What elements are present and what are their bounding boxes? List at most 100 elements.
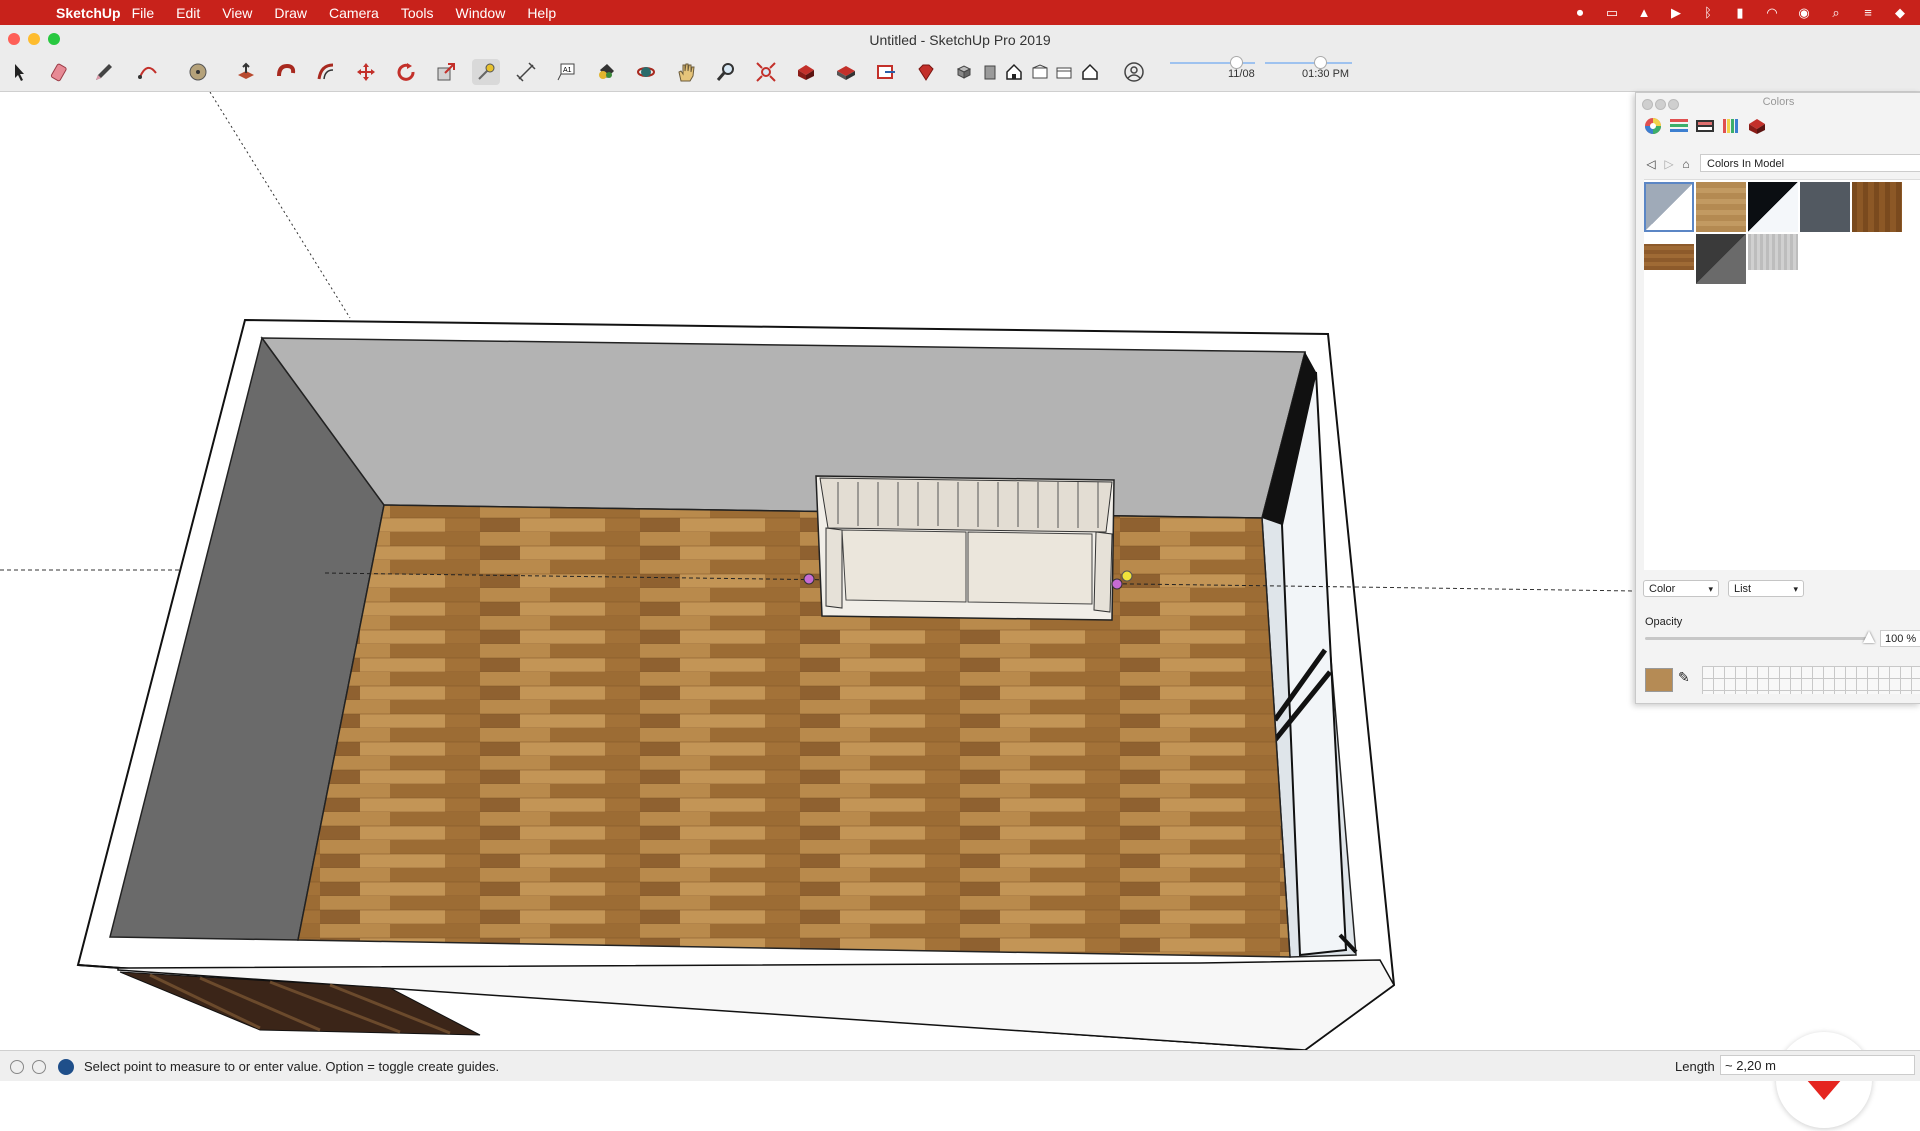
swatch-grid [1644,179,1920,570]
menu-help[interactable]: Help [516,5,567,21]
custom-color-wells[interactable] [1702,666,1920,694]
bluetooth-icon[interactable]: ᛒ [1700,5,1716,20]
zoom-extents-tool-icon[interactable] [752,59,780,85]
offset-tool-icon[interactable] [312,59,340,85]
materials-icon[interactable] [1746,115,1768,137]
color-palettes-icon[interactable] [1694,115,1716,137]
opacity-slider-knob[interactable] [1863,631,1875,643]
swatch-wood-medium[interactable] [1644,244,1694,270]
menu-tools[interactable]: Tools [390,5,445,21]
opacity-label: Opacity [1645,616,1683,628]
left-view-icon[interactable] [1076,59,1104,85]
scale-tool-icon[interactable] [432,59,460,85]
instructor-icon[interactable] [58,1059,74,1075]
move-tool-icon[interactable] [352,59,380,85]
window-title-bar: Untitled - SketchUp Pro 2019 [0,25,1920,54]
swatch-dark-gray[interactable] [1696,234,1746,284]
extension-warehouse-icon[interactable] [832,59,860,85]
dimension-tool-icon[interactable] [512,59,540,85]
play-icon[interactable]: ▶ [1668,5,1684,20]
arc-tool-icon[interactable] [134,59,162,85]
menu-app-name[interactable]: SketchUp [44,5,121,21]
shadow-time-label: 01:30 PM [1302,68,1350,80]
menu-draw[interactable]: Draw [263,5,318,21]
color-wheel-icon[interactable] [1642,115,1664,137]
front-view-icon[interactable] [1000,59,1028,85]
shadow-time-slider[interactable] [1265,62,1352,64]
svg-text:A1: A1 [563,67,572,74]
orbit-tool-icon[interactable] [632,59,660,85]
status-bar: Select point to measure to or enter valu… [0,1050,1920,1081]
menu-camera[interactable]: Camera [318,5,390,21]
crayons-icon[interactable] [1720,115,1742,137]
eraser-tool-icon[interactable] [46,59,74,85]
swatch-wood-light[interactable] [1696,182,1746,232]
measurements-input[interactable]: ~ 2,20 m [1720,1055,1915,1075]
follow-me-tool-icon[interactable] [272,59,300,85]
tape-measure-tool-icon[interactable] [472,59,500,85]
siri-icon[interactable]: ◆ [1892,5,1908,20]
shapes-tool-icon[interactable] [184,59,212,85]
spotlight-icon[interactable]: ⌕ [1828,5,1844,20]
control-center-icon[interactable]: ≡ [1860,5,1876,20]
back-wall[interactable] [260,337,1306,519]
pan-tool-icon[interactable] [672,59,700,85]
geolocation-icon[interactable] [10,1060,24,1074]
rotate-tool-icon[interactable] [392,59,420,85]
view-mode-value: List [1734,583,1752,595]
home-icon[interactable]: ⌂ [1679,157,1693,171]
menu-window[interactable]: Window [445,5,517,21]
window-title: Untitled - SketchUp Pro 2019 [869,32,1051,48]
back-view-icon[interactable] [1050,59,1078,85]
color-mode-value: Color [1649,583,1676,595]
battery-icon[interactable]: ▮ [1732,5,1748,20]
chevron-down-icon: ▾ [1793,584,1798,594]
iso-view-icon[interactable] [950,59,978,85]
menu-extras: ⏺ ▭ ▲ ▶ ᛒ ▮ ◠ ◉ ⌕ ≡ ◆ [1572,0,1908,25]
opacity-value-field[interactable]: 100 % [1880,630,1920,647]
account-icon[interactable] [1120,59,1148,85]
wifi-icon[interactable]: ◠ [1764,5,1780,20]
measure-start-point [803,573,815,585]
user-icon[interactable]: ◉ [1796,5,1812,20]
swatch-wood-dark[interactable] [1852,182,1902,232]
inference-endpoint [1121,570,1133,582]
forward-arrow-icon[interactable]: ▷ [1662,157,1676,171]
chevron-down-icon: ▾ [1708,584,1713,594]
push-pull-tool-icon[interactable] [232,59,260,85]
swatch-default[interactable] [1644,182,1694,232]
current-color-swatch[interactable] [1645,668,1673,692]
text-tool-icon[interactable]: A1 [552,59,580,85]
swatch-glass-gray[interactable] [1748,234,1798,270]
adobe-icon[interactable]: ▲ [1636,5,1652,20]
wood-floor[interactable] [297,504,1291,958]
collection-dropdown[interactable]: Colors In Model [1700,154,1920,172]
credits-icon[interactable] [32,1060,46,1074]
zoom-tool-icon[interactable] [712,59,740,85]
color-mode-dropdown[interactable]: Color ▾ [1643,580,1719,597]
select-tool-icon[interactable] [6,59,34,85]
menu-edit[interactable]: Edit [165,5,211,21]
pencil-tool-icon[interactable] [90,59,118,85]
3d-warehouse-icon[interactable] [792,59,820,85]
shadow-date-label: 11/08 [1228,68,1255,80]
swatch-black[interactable] [1748,182,1798,232]
drawing-area[interactable] [0,91,1920,1128]
paint-bucket-tool-icon[interactable] [592,59,620,85]
display-icon[interactable]: ▭ [1604,5,1620,20]
back-arrow-icon[interactable]: ◁ [1644,157,1658,171]
ruby-console-icon[interactable] [912,59,940,85]
menu-file[interactable]: File [121,5,166,21]
swatch-slate-gray[interactable] [1800,182,1850,232]
eyedropper-icon[interactable]: ✎ [1678,669,1696,687]
opacity-slider[interactable] [1645,637,1867,640]
colors-panel: Colors ◁ ▷ ⌂ Colors In Model Color ▾ List… [1635,92,1920,704]
sofa-component[interactable] [815,475,1115,621]
color-sliders-icon[interactable] [1668,115,1690,137]
send-to-layout-icon[interactable] [872,59,900,85]
view-mode-dropdown[interactable]: List ▾ [1728,580,1804,597]
measurements-label: Length [1675,1059,1715,1074]
record-icon[interactable]: ⏺ [1572,5,1588,20]
menu-view[interactable]: View [211,5,263,21]
panel-title: Colors [1762,96,1795,108]
